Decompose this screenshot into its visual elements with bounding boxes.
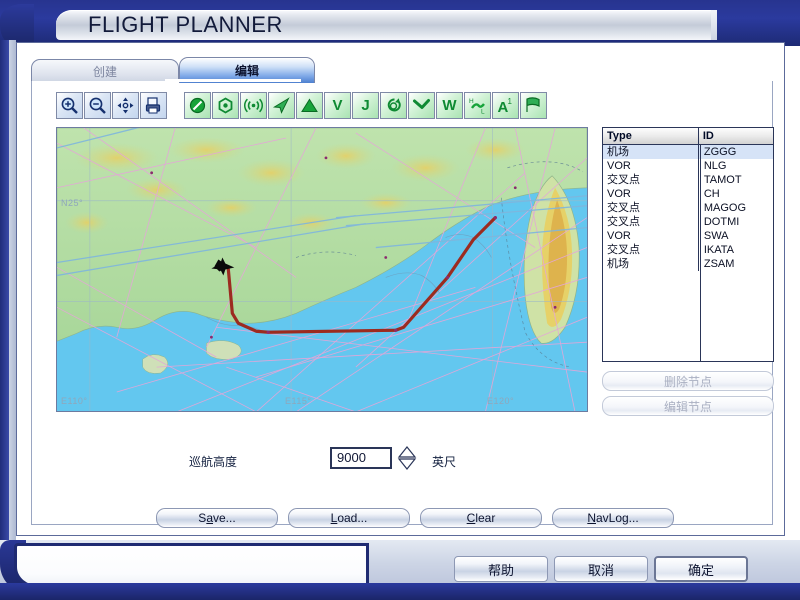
tab-edit-label: 编辑: [234, 64, 259, 78]
cell-type: 机场: [603, 257, 699, 271]
table-row[interactable]: VOR NLG: [603, 159, 773, 173]
labels-icon[interactable]: A1: [492, 92, 519, 119]
cell-id: DOTMI: [703, 216, 740, 228]
waypoint-list-header: Type ID: [603, 128, 773, 145]
edit-node-label: 编辑节点: [663, 399, 712, 414]
tab-active-seam: [165, 79, 301, 82]
cell-type: VOR: [603, 187, 699, 201]
cell-type: 交叉点: [603, 173, 699, 187]
print-icon[interactable]: [140, 92, 167, 119]
cruise-altitude-stepper[interactable]: [396, 446, 418, 470]
navlog-label: NavLog...: [587, 511, 639, 525]
load-label: Load...: [330, 511, 368, 525]
cell-type: 交叉点: [603, 201, 699, 215]
tab-create[interactable]: 创建: [31, 59, 179, 83]
table-row[interactable]: 交叉点 IKATA: [603, 243, 773, 257]
cell-id: SWA: [703, 230, 729, 242]
map-longitude-label-2: E115°: [285, 396, 312, 406]
map-canvas[interactable]: [57, 128, 587, 412]
map-longitude-label-1: E110°: [61, 396, 88, 406]
cancel-button[interactable]: 取消: [554, 556, 648, 582]
column-header-type[interactable]: Type: [603, 128, 699, 145]
terrain-icon[interactable]: [296, 92, 323, 119]
help-label: 帮助: [487, 562, 514, 578]
cell-id: MAGOG: [703, 202, 747, 214]
waypoint-list[interactable]: Type ID 机场 ZGGG VOR NLG 交叉点 TAMOT VOR CH 交叉点 MAGO…: [602, 127, 774, 362]
column-header-id[interactable]: ID: [698, 128, 773, 145]
edit-node-button[interactable]: 编辑节点: [602, 396, 774, 416]
zoom-in-icon[interactable]: [56, 92, 83, 119]
cell-id: IKATA: [703, 244, 735, 256]
waypoint-list-body: 机场 ZGGG VOR NLG 交叉点 TAMOT VOR CH 交叉点 MAGOG 交叉点 DOTM…: [603, 145, 773, 271]
load-button[interactable]: Load...: [288, 508, 410, 528]
map-longitude-label-3: E120°: [487, 396, 515, 406]
save-label: Save...: [198, 511, 236, 525]
table-row[interactable]: 交叉点 DOTMI: [603, 215, 773, 229]
cell-type: VOR: [603, 229, 699, 243]
map-toolbar: V J W HL A1: [56, 92, 548, 119]
cruise-altitude-input[interactable]: 9000: [330, 447, 392, 469]
cell-id: ZGGG: [703, 146, 737, 158]
navlog-button[interactable]: NavLog...: [552, 508, 674, 528]
page-title: FLIGHT PLANNER: [88, 12, 283, 37]
cell-type: 交叉点: [603, 243, 699, 257]
table-row[interactable]: 机场 ZGGG: [603, 145, 773, 159]
column-divider: [700, 145, 701, 362]
aircraft-icon[interactable]: [268, 92, 295, 119]
table-row[interactable]: 机场 ZSAM: [603, 257, 773, 271]
route-leg-icon[interactable]: [408, 92, 435, 119]
route-map[interactable]: N25° E110° E115° E120°: [56, 127, 588, 412]
svg-text:H: H: [469, 98, 474, 105]
table-row[interactable]: 交叉点 MAGOG: [603, 201, 773, 215]
bottom-accent-strip: [0, 583, 800, 600]
toolbar-group-view: [56, 92, 168, 119]
cell-type: VOR: [603, 159, 699, 173]
weather-icon[interactable]: W: [436, 92, 463, 119]
flight-planner-window: FLIGHT PLANNER 创建 编辑 V J W H L A 1 N25° …: [0, 0, 800, 600]
zoom-out-icon[interactable]: [84, 92, 111, 119]
cell-type: 机场: [603, 145, 699, 159]
ndb-icon[interactable]: [240, 92, 267, 119]
map-latitude-label: N25°: [61, 198, 84, 208]
cell-id: NLG: [703, 160, 727, 172]
svg-text:L: L: [481, 109, 485, 116]
holding-pattern-icon[interactable]: [380, 92, 407, 119]
svg-text:1: 1: [508, 97, 513, 106]
cruise-altitude-label: 巡航高度: [189, 455, 238, 469]
victor-airway-icon[interactable]: V: [324, 92, 351, 119]
jet-airway-icon[interactable]: J: [352, 92, 379, 119]
cancel-label: 取消: [587, 562, 614, 578]
ok-button[interactable]: 确定: [654, 556, 748, 582]
cell-id: TAMOT: [703, 174, 742, 186]
delete-node-button[interactable]: 删除节点: [602, 371, 774, 391]
tab-panel-edit: V J W HL A1 N25° E110° E115° E120° Type …: [31, 81, 774, 528]
left-edge-accent: [0, 40, 9, 540]
airport-icon[interactable]: [184, 92, 211, 119]
delete-node-label: 删除节点: [663, 374, 712, 389]
table-row[interactable]: VOR CH: [603, 187, 773, 201]
ok-label: 确定: [687, 562, 714, 578]
save-button[interactable]: Save...: [156, 508, 278, 528]
cell-id: CH: [703, 188, 720, 200]
tab-create-label: 创建: [92, 65, 117, 79]
cell-id: ZSAM: [703, 258, 735, 270]
pressure-hl-icon[interactable]: HL: [464, 92, 491, 119]
table-row[interactable]: VOR SWA: [603, 229, 773, 243]
clear-button[interactable]: Clear: [420, 508, 542, 528]
vor-icon[interactable]: [212, 92, 239, 119]
help-button[interactable]: 帮助: [454, 556, 548, 582]
cell-type: 交叉点: [603, 215, 699, 229]
cruise-altitude-unit: 英尺: [432, 455, 457, 469]
dialog-client-area: 创建 编辑 V J W H L A 1 N25° E110° E115° E12…: [16, 42, 785, 536]
flag-icon[interactable]: [520, 92, 547, 119]
toolbar-group-layers: V J W HL A1: [184, 92, 548, 119]
clear-label: Clear: [466, 511, 496, 525]
table-row[interactable]: 交叉点 TAMOT: [603, 173, 773, 187]
pan-icon[interactable]: [112, 92, 139, 119]
